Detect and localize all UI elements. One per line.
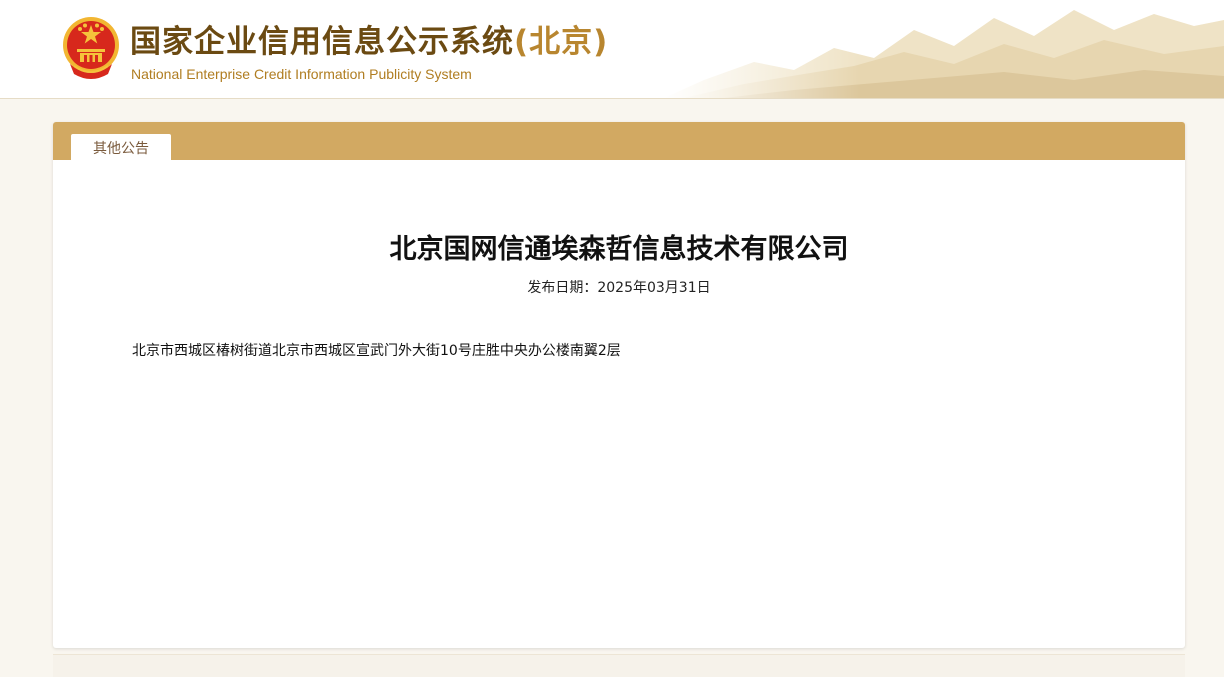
site-header: 国家企业信用信息公示系统(北京) National Enterprise Cre… <box>0 0 1224 99</box>
publish-date-value: 2025年03月31日 <box>597 280 711 296</box>
notice-address: 北京市西城区椿树街道北京市西城区宣武门外大街10号庄胜中央办公楼南翼2层 <box>132 343 621 359</box>
national-emblem-icon <box>63 17 119 79</box>
site-title-region: (北京) <box>514 24 609 60</box>
mountain-landscape-decoration <box>664 0 1224 98</box>
publish-date: 发布日期：2025年03月31日 <box>53 278 1185 298</box>
footer-strip <box>53 654 1185 677</box>
tab-other-notices[interactable]: 其他公告 <box>71 134 171 160</box>
tab-bar: 其他公告 <box>53 122 1185 160</box>
site-title-main: 国家企业信用信息公示系统 <box>130 24 514 60</box>
notice-card: 其他公告 北京国网信通埃森哲信息技术有限公司 发布日期：2025年03月31日 … <box>53 122 1185 648</box>
site-title-cn: 国家企业信用信息公示系统(北京) <box>130 22 608 62</box>
publish-date-label: 发布日期： <box>527 280 598 296</box>
company-name: 北京国网信通埃森哲信息技术有限公司 <box>389 234 849 265</box>
site-title-en: National Enterprise Credit Information P… <box>131 66 472 82</box>
